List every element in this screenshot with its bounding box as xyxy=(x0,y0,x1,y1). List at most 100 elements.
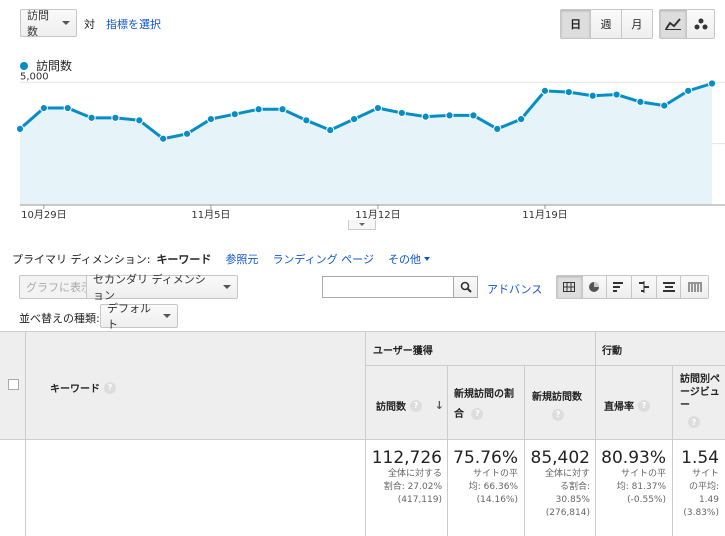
help-icon[interactable]: ? xyxy=(104,381,116,394)
sort-type-value: デフォルト xyxy=(107,302,151,331)
data-point xyxy=(182,129,192,138)
column-header-visits[interactable]: 訪問数 ? ↓ xyxy=(376,398,444,413)
x-tick-label: 11月12日 xyxy=(355,209,400,220)
data-point xyxy=(206,114,215,124)
secondary-dimension-dropdown[interactable]: セカンダリ ディメンション xyxy=(86,273,238,302)
data-point xyxy=(135,116,144,125)
total-bounce-rate-sub-3: (-0.55%) xyxy=(627,495,666,505)
x-tick-label: 10月29日 xyxy=(21,209,66,220)
total-new-visits-sub-4: (276,814) xyxy=(545,508,590,518)
total-new-visits-sub-2: る割合: xyxy=(559,482,590,492)
group-acquisition: ユーザー獲得 xyxy=(373,346,433,357)
total-pages-per-visit-sub-3: 1.49 xyxy=(698,495,719,505)
term-cloud-view-button[interactable] xyxy=(656,276,682,298)
line-chart-button[interactable] xyxy=(660,10,688,38)
total-new-visits: 85,402 全体に対す る割合: 30.85% (276,814) xyxy=(525,448,590,520)
week-button[interactable]: 週 xyxy=(591,10,622,38)
total-new-visit-rate-sub-3: (14.16%) xyxy=(476,495,518,505)
data-point xyxy=(397,108,406,118)
advanced-link[interactable]: アドバンス xyxy=(487,281,542,297)
total-new-visits-value: 85,402 xyxy=(530,448,590,468)
data-point xyxy=(87,113,96,122)
data-point xyxy=(469,111,478,120)
comparison-icon xyxy=(638,281,649,293)
total-new-visit-rate-sub-2: 均: 66.36% xyxy=(468,482,518,492)
data-point xyxy=(63,103,72,113)
dimension-link-landing-page[interactable]: ランディング ページ xyxy=(272,251,374,267)
grid-icon xyxy=(563,282,576,292)
view-toggle xyxy=(556,275,709,299)
data-point xyxy=(111,113,120,122)
data-point xyxy=(302,116,311,125)
select-metric-link[interactable]: 指標を選択 xyxy=(106,16,161,32)
metric-dropdown-label: 訪問数 xyxy=(27,9,49,38)
total-new-visits-sub-3: 30.85% xyxy=(555,495,590,505)
primary-dimension-active: キーワード xyxy=(156,253,212,266)
dimension-link-other[interactable]: その他 xyxy=(388,251,421,267)
total-bounce-rate-sub-1: サイトの平 xyxy=(620,469,666,479)
column-header-pages-per-visit[interactable]: 訪問別ページビュー ? xyxy=(680,373,724,428)
data-point xyxy=(349,114,359,124)
pivot-view-button[interactable] xyxy=(681,276,708,298)
column-header-new-visits[interactable]: 新規訪問数 ? xyxy=(532,389,592,425)
data-point xyxy=(421,112,430,121)
total-bounce-rate-sub-2: 均: 81.37% xyxy=(616,482,666,492)
legend-dot-icon xyxy=(20,61,28,70)
total-new-visit-rate-value: 75.76% xyxy=(453,448,518,468)
sort-descending-icon[interactable]: ↓ xyxy=(435,399,444,412)
chart-resize-handle[interactable] xyxy=(348,220,376,230)
data-point xyxy=(636,97,645,107)
day-button[interactable]: 日 xyxy=(561,10,592,38)
search-input[interactable] xyxy=(322,276,454,298)
search-button[interactable] xyxy=(453,276,478,298)
help-icon[interactable]: ? xyxy=(471,408,484,420)
help-icon[interactable]: ? xyxy=(552,409,564,421)
total-bounce-rate-value: 80.93% xyxy=(601,448,666,468)
table-view-button[interactable] xyxy=(557,276,583,298)
visits-chart: 5,0002,50010月29日11月5日11月12日11月19日 xyxy=(15,71,725,220)
data-point xyxy=(230,110,239,119)
keyword-column-header[interactable]: キーワード ? xyxy=(50,380,116,395)
comparison-view-button[interactable] xyxy=(632,276,657,298)
help-icon[interactable]: ? xyxy=(638,399,650,412)
sort-type-dropdown[interactable]: デフォルト xyxy=(100,302,178,331)
data-point xyxy=(15,124,25,134)
line-chart-icon xyxy=(665,18,681,30)
total-new-visit-rate-sub-1: サイトの平 xyxy=(472,469,518,479)
granularity-toggle: 日 週 月 xyxy=(560,9,653,39)
total-visits: 112,726 全体に対する 割合: 27.02% (417,119) xyxy=(366,448,442,507)
vs-label: 対 xyxy=(84,18,95,31)
month-button[interactable]: 月 xyxy=(621,10,652,38)
data-point xyxy=(564,87,573,97)
chevron-down-icon xyxy=(359,223,365,226)
pie-view-button[interactable] xyxy=(582,276,608,298)
motion-chart-button[interactable] xyxy=(687,10,714,38)
column-header-new-visit-rate[interactable]: 新規訪問の割合 ? xyxy=(454,385,520,425)
total-pages-per-visit-sub-2: の平均: xyxy=(688,482,719,492)
new-visit-rate-header-label: 新規訪問の割合 xyxy=(454,389,514,420)
search-icon xyxy=(460,281,472,293)
dimension-link-source[interactable]: 参照元 xyxy=(225,251,258,267)
metric-dropdown[interactable]: 訪問数 xyxy=(20,9,77,38)
visits-header-label: 訪問数 xyxy=(376,402,406,413)
primary-dimension-label: プライマリ ディメンション: xyxy=(12,253,151,266)
help-icon[interactable]: ? xyxy=(410,399,422,412)
select-all-checkbox[interactable] xyxy=(8,379,19,390)
group-behavior: 行動 xyxy=(602,346,622,357)
x-tick-label: 11月19日 xyxy=(522,209,567,220)
bar-chart-icon xyxy=(613,282,624,292)
primary-dimension-bar: プライマリ ディメンション: キーワード 参照元 ランディング ページ その他 xyxy=(12,251,430,267)
series-area xyxy=(20,83,712,205)
total-visits-sub-3: (417,119) xyxy=(397,495,442,505)
help-icon[interactable]: ? xyxy=(688,416,700,428)
total-bounce-rate: 80.93% サイトの平 均: 81.37% (-0.55%) xyxy=(596,448,666,507)
data-point xyxy=(517,114,526,124)
total-new-visits-sub-1: 全体に対す xyxy=(544,469,590,479)
data-point xyxy=(326,126,335,135)
bar-view-button[interactable] xyxy=(607,276,632,298)
secondary-dimension-label: セカンダリ ディメンション xyxy=(93,273,206,302)
keyword-header-label: キーワード xyxy=(50,384,100,395)
column-header-bounce-rate[interactable]: 直帰率 ? xyxy=(604,398,650,413)
data-point xyxy=(39,103,48,113)
chevron-down-icon xyxy=(62,21,70,25)
